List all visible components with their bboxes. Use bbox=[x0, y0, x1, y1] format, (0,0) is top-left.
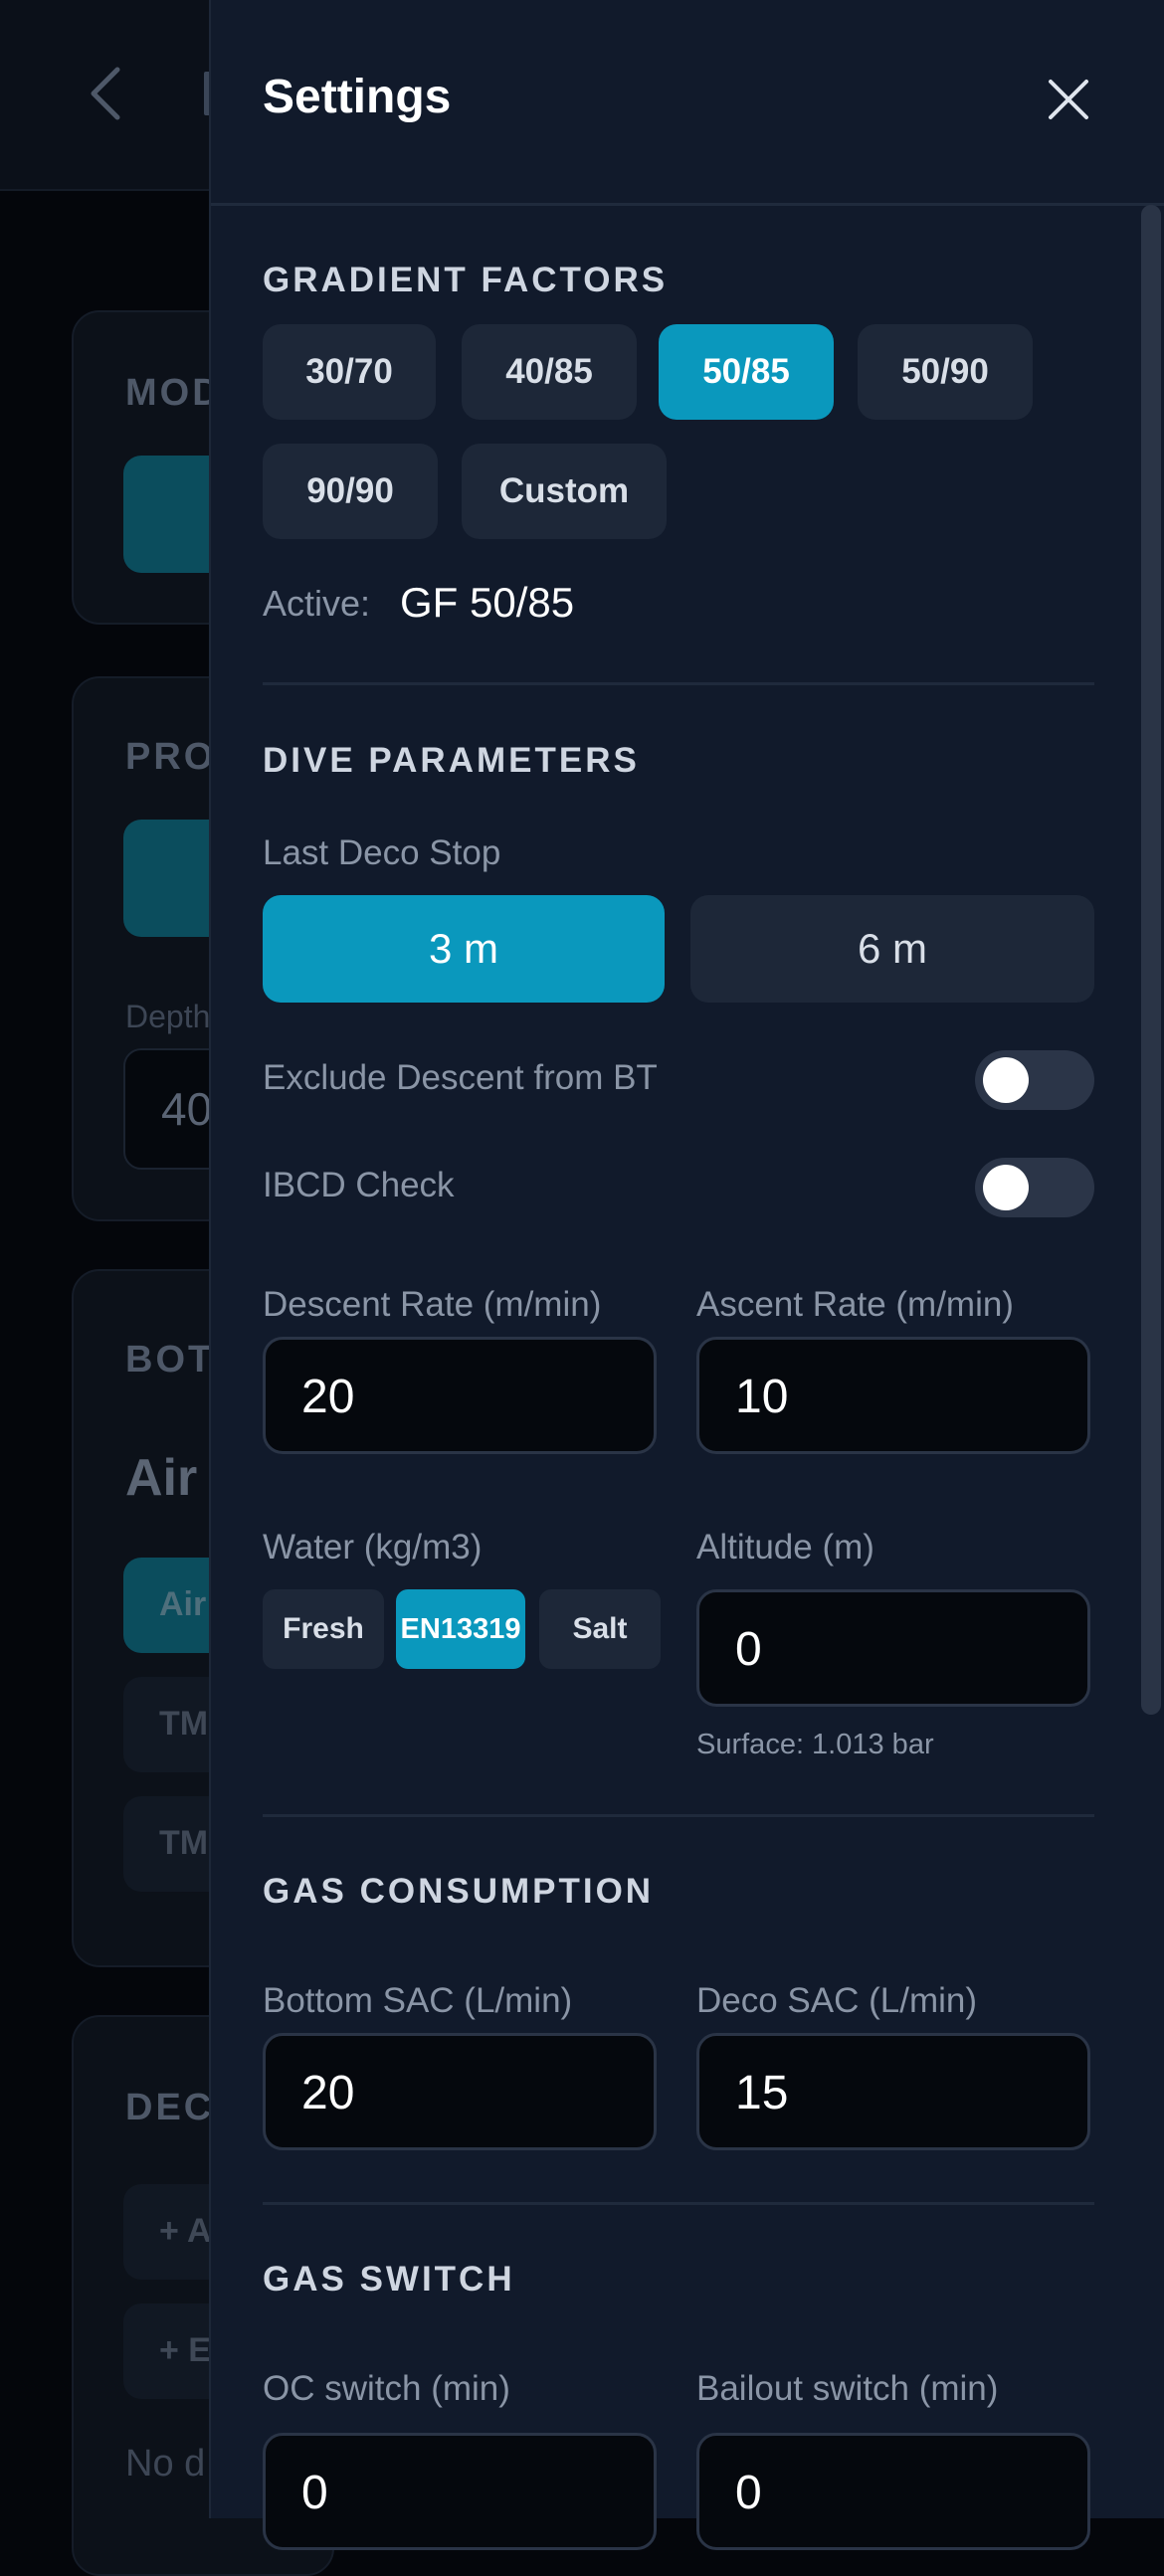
gas-switch-title: GAS SWITCH bbox=[263, 2260, 515, 2299]
bailout-switch-label: Bailout switch (min) bbox=[696, 2369, 999, 2408]
back-icon[interactable] bbox=[86, 64, 125, 123]
bottom-sac-value: 20 bbox=[301, 2067, 355, 2119]
gf-option-90-90[interactable]: 90/90 bbox=[263, 444, 438, 539]
oc-switch-value: 0 bbox=[301, 2467, 328, 2519]
altitude-input[interactable]: 0 bbox=[696, 1589, 1090, 1707]
bottom-sac-label: Bottom SAC (L/min) bbox=[263, 1981, 573, 2020]
gas-consumption-title: GAS CONSUMPTION bbox=[263, 1872, 655, 1911]
drawer-title: Settings bbox=[263, 71, 452, 123]
last-deco-stop-label: Last Deco Stop bbox=[263, 833, 501, 872]
gf-option-50-90[interactable]: 50/90 bbox=[858, 324, 1033, 420]
background-gas-chip-label: Air bbox=[159, 1585, 207, 1623]
background-gas-name: Air bbox=[125, 1449, 198, 1507]
drawer-scrollbar[interactable] bbox=[1141, 205, 1161, 1715]
settings-drawer: Settings GRADIENT FACTORS 30/70 40/85 50… bbox=[209, 0, 1164, 2550]
ascent-rate-value: 10 bbox=[735, 1371, 789, 1423]
bailout-switch-value: 0 bbox=[735, 2467, 762, 2519]
background-deco-chip-label: + E bbox=[159, 2331, 211, 2369]
gf-option-40-85[interactable]: 40/85 bbox=[462, 324, 637, 420]
background-depth-label: Depth bbox=[125, 999, 211, 1034]
background-card-label: BOT bbox=[125, 1339, 215, 1380]
background-deco-note: No d bbox=[125, 2443, 206, 2484]
descent-rate-label: Descent Rate (m/min) bbox=[263, 1285, 602, 1324]
descent-rate-value: 20 bbox=[301, 1371, 355, 1423]
gf-active-value: GF 50/85 bbox=[400, 579, 575, 626]
descent-rate-input[interactable]: 20 bbox=[263, 1337, 657, 1454]
water-label: Water (kg/m3) bbox=[263, 1528, 483, 1566]
exclude-descent-label: Exclude Descent from BT bbox=[263, 1058, 658, 1097]
oc-switch-input[interactable]: 0 bbox=[263, 2433, 657, 2550]
last-deco-6m-button[interactable]: 6 m bbox=[690, 895, 1094, 1003]
deco-sac-value: 15 bbox=[735, 2067, 789, 2119]
background-deco-chip-label: + A bbox=[159, 2212, 212, 2250]
section-divider bbox=[263, 2202, 1094, 2205]
ascent-rate-input[interactable]: 10 bbox=[696, 1337, 1090, 1454]
oc-switch-label: OC switch (min) bbox=[263, 2369, 510, 2408]
surface-pressure-hint: Surface: 1.013 bar bbox=[696, 1729, 934, 1760]
background-gas-chip-label: TM bbox=[159, 1705, 209, 1743]
background-card-label: DEC bbox=[125, 2087, 215, 2128]
ascent-rate-label: Ascent Rate (m/min) bbox=[696, 1285, 1014, 1324]
water-fresh-button[interactable]: Fresh bbox=[263, 1589, 384, 1669]
gf-option-50-85[interactable]: 50/85 bbox=[659, 324, 834, 420]
ibcd-check-label: IBCD Check bbox=[263, 1166, 455, 1204]
water-en13319-button[interactable]: EN13319 bbox=[396, 1589, 525, 1669]
section-divider bbox=[263, 1814, 1094, 1817]
section-divider bbox=[263, 682, 1094, 685]
exclude-descent-toggle[interactable] bbox=[975, 1050, 1094, 1110]
deco-sac-input[interactable]: 15 bbox=[696, 2033, 1090, 2150]
gf-active-label: Active: bbox=[263, 583, 371, 624]
gf-option-custom[interactable]: Custom bbox=[462, 444, 667, 539]
altitude-value: 0 bbox=[735, 1623, 762, 1676]
toggle-knob bbox=[983, 1165, 1029, 1210]
background-card-label: MOD bbox=[125, 372, 223, 414]
background-gas-chip-label: TM bbox=[159, 1824, 209, 1862]
gradient-factors-title: GRADIENT FACTORS bbox=[263, 261, 669, 299]
bailout-switch-input[interactable]: 0 bbox=[696, 2433, 1090, 2550]
close-icon[interactable] bbox=[1041, 72, 1096, 127]
ibcd-check-toggle[interactable] bbox=[975, 1158, 1094, 1217]
bottom-sac-input[interactable]: 20 bbox=[263, 2033, 657, 2150]
toggle-knob bbox=[983, 1057, 1029, 1103]
background-depth-value: 40 bbox=[161, 1083, 213, 1135]
dive-parameters-title: DIVE PARAMETERS bbox=[263, 741, 640, 780]
gf-option-30-70[interactable]: 30/70 bbox=[263, 324, 436, 420]
last-deco-3m-button[interactable]: 3 m bbox=[263, 895, 665, 1003]
deco-sac-label: Deco SAC (L/min) bbox=[696, 1981, 978, 2020]
altitude-label: Altitude (m) bbox=[696, 1528, 874, 1566]
drawer-header: Settings bbox=[211, 0, 1164, 206]
background-card-label: PRO bbox=[125, 736, 217, 778]
water-salt-button[interactable]: Salt bbox=[539, 1589, 661, 1669]
